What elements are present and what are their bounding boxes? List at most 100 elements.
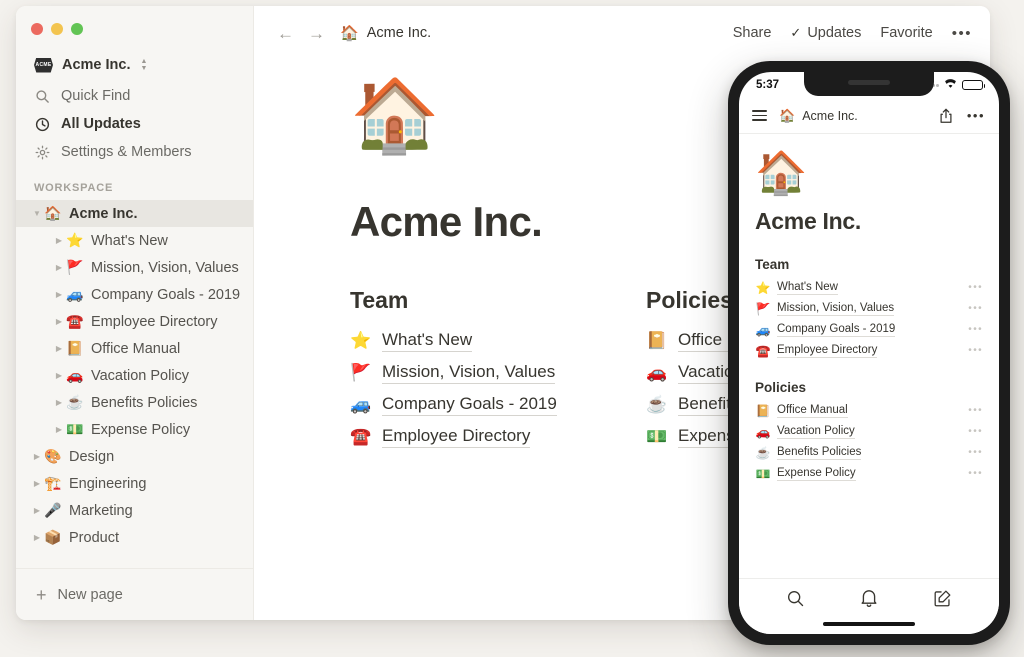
sidebar-tree-item[interactable]: ▶ 💵 Expense Policy [16,416,253,443]
breadcrumb[interactable]: 🏠 Acme Inc. [340,24,431,42]
sidebar-tree-item[interactable]: ▶ 🎤 Marketing [16,497,253,524]
sidebar-page-tree: ▼ 🏠 Acme Inc. ▶ ⭐ What's New ▶ 🚩 Mission, Vision… [16,200,253,568]
sidebar-item-all-updates[interactable]: All Updates [26,110,243,138]
share-icon[interactable] [939,108,953,124]
sidebar-tree-item[interactable]: ▶ 🏗️ Engineering [16,470,253,497]
page-emoji-icon: 🚗 [646,363,668,382]
phone-link-row[interactable]: 🚗 Vacation Policy ••• [755,425,983,439]
sidebar-tree-item-label: Vacation Policy [91,367,190,384]
phone-link-label: Employee Directory [777,344,878,358]
arrow-left-icon[interactable]: ← [270,25,301,42]
search-icon[interactable] [786,589,805,613]
row-more-icon[interactable]: ••• [968,427,983,437]
sidebar-tree-item[interactable]: ▶ 🚙 Company Goals - 2019 [16,281,253,308]
phone-link-row[interactable]: ☕ Benefits Policies ••• [755,446,983,460]
sidebar-tree-item-label: Expense Policy [91,421,191,438]
sidebar-item-settings-members[interactable]: Settings & Members [26,138,243,166]
page-emoji-icon: ☕ [646,395,668,414]
phone-link-row[interactable]: 💵 Expense Policy ••• [755,467,983,481]
sidebar-tree-item[interactable]: ▶ ☎️ Employee Directory [16,308,253,335]
more-horizontal-icon[interactable]: ••• [952,26,972,41]
updates-button[interactable]: ✓ Updates [790,25,861,41]
page-emoji-icon: 💵 [755,467,771,481]
sidebar-tree-item[interactable]: ▶ 🚩 Mission, Vision, Values [16,254,253,281]
new-page-button[interactable]: + New page [16,568,253,620]
bell-icon[interactable] [860,588,878,613]
page-emoji-icon: 🚗 [66,367,84,383]
chevron-right-icon[interactable]: ▶ [52,369,66,383]
page-emoji-icon: 🚩 [755,302,771,316]
sidebar-tree-item[interactable]: ▶ 🚗 Vacation Policy [16,362,253,389]
compose-icon[interactable] [933,589,952,613]
check-icon: ✓ [790,25,802,40]
phone-link-row[interactable]: 🚙 Company Goals - 2019 ••• [755,323,983,337]
phone-link-label: Company Goals - 2019 [777,323,896,337]
page-link-row[interactable]: ☎️ Employee Directory [350,426,646,448]
page-link-row[interactable]: 🚙 Company Goals - 2019 [350,394,646,416]
chevron-right-icon[interactable]: ▶ [52,261,66,275]
chevron-right-icon[interactable]: ▶ [52,423,66,437]
sidebar-tree-item-label: Acme Inc. [69,205,138,222]
chevron-right-icon[interactable]: ▶ [30,531,44,545]
sidebar-tree-item[interactable]: ▶ ☕ Benefits Policies [16,389,253,416]
chevron-right-icon[interactable]: ▶ [52,234,66,248]
page-emoji-icon: 🚙 [66,286,84,302]
chevron-right-icon[interactable]: ▶ [30,477,44,491]
phone-link-label: Office Manual [777,404,848,418]
row-more-icon[interactable]: ••• [968,406,983,416]
acme-logo-text: ACME [35,61,52,68]
page-emoji-icon: 🚩 [66,259,84,275]
sidebar-tree-item[interactable]: ▶ 🎨 Design [16,443,253,470]
phone-section-heading: Policies [755,380,807,395]
close-window-button[interactable] [31,23,43,35]
sidebar-tree-item[interactable]: ▶ 📔 Office Manual [16,335,253,362]
sidebar: ACME Acme Inc. ▲ ▼ Quick Find All Updates [16,6,254,620]
phone-link-row[interactable]: ☎️ Employee Directory ••• [755,344,983,358]
sidebar-tree-item-label: Employee Directory [91,313,218,330]
page-emoji-icon: 🚙 [350,395,372,414]
phone-link-row[interactable]: ⭐ What's New ••• [755,281,983,295]
status-time: 5:37 [756,79,780,91]
chevron-right-icon[interactable]: ▶ [52,342,66,356]
workspace-switcher[interactable]: ACME Acme Inc. ▲ ▼ [26,52,243,78]
plus-icon: + [36,584,47,605]
share-button[interactable]: Share [733,25,772,41]
page-link-row[interactable]: ⭐ What's New [350,330,646,352]
phone-screen: 5:37 🏠 Acme Inc. ••• 🏠 Acme Inc. Team ⭐ … [739,72,999,634]
chevron-right-icon[interactable]: ▶ [30,504,44,518]
page-link-row[interactable]: 🚩 Mission, Vision, Values [350,362,646,384]
zoom-window-button[interactable] [71,23,83,35]
page-emoji-icon: 🎨 [44,448,62,464]
phone-link-row[interactable]: 📔 Office Manual ••• [755,404,983,418]
phone-speaker [848,80,890,85]
minimize-window-button[interactable] [51,23,63,35]
row-more-icon[interactable]: ••• [968,469,983,479]
row-more-icon[interactable]: ••• [968,448,983,458]
hamburger-icon[interactable] [752,110,767,121]
sidebar-tree-item-label: Company Goals - 2019 [91,286,241,303]
row-more-icon[interactable]: ••• [968,325,983,335]
page-emoji-icon: ☕ [66,394,84,410]
battery-icon [962,80,985,90]
sidebar-tree-item[interactable]: ▶ 📦 Product [16,524,253,551]
more-horizontal-icon[interactable]: ••• [967,109,985,122]
sidebar-tree-item[interactable]: ▼ 🏠 Acme Inc. [16,200,253,227]
row-more-icon[interactable]: ••• [968,304,983,314]
chevron-right-icon[interactable]: ▶ [30,450,44,464]
sidebar-section-label: WORKSPACE [34,182,114,194]
phone-link-row[interactable]: 🚩 Mission, Vision, Values ••• [755,302,983,316]
sidebar-item-quick-find[interactable]: Quick Find [26,82,243,110]
column-heading: Team [350,287,409,313]
chevron-right-icon[interactable]: ▶ [52,396,66,410]
chevron-right-icon[interactable]: ▶ [52,288,66,302]
row-more-icon[interactable]: ••• [968,283,983,293]
phone-content: 🏠 Acme Inc. Team ⭐ What's New ••• 🚩 Mission, … [739,134,999,600]
chevron-right-icon[interactable]: ▶ [52,315,66,329]
chevron-down-icon[interactable]: ▼ [30,207,44,221]
favorite-button[interactable]: Favorite [880,25,932,41]
sidebar-tree-item[interactable]: ▶ ⭐ What's New [16,227,253,254]
row-more-icon[interactable]: ••• [968,346,983,356]
sidebar-tree-item-label: Office Manual [91,340,181,357]
arrow-right-icon[interactable]: → [301,25,332,42]
sidebar-item-label: Quick Find [61,88,131,104]
